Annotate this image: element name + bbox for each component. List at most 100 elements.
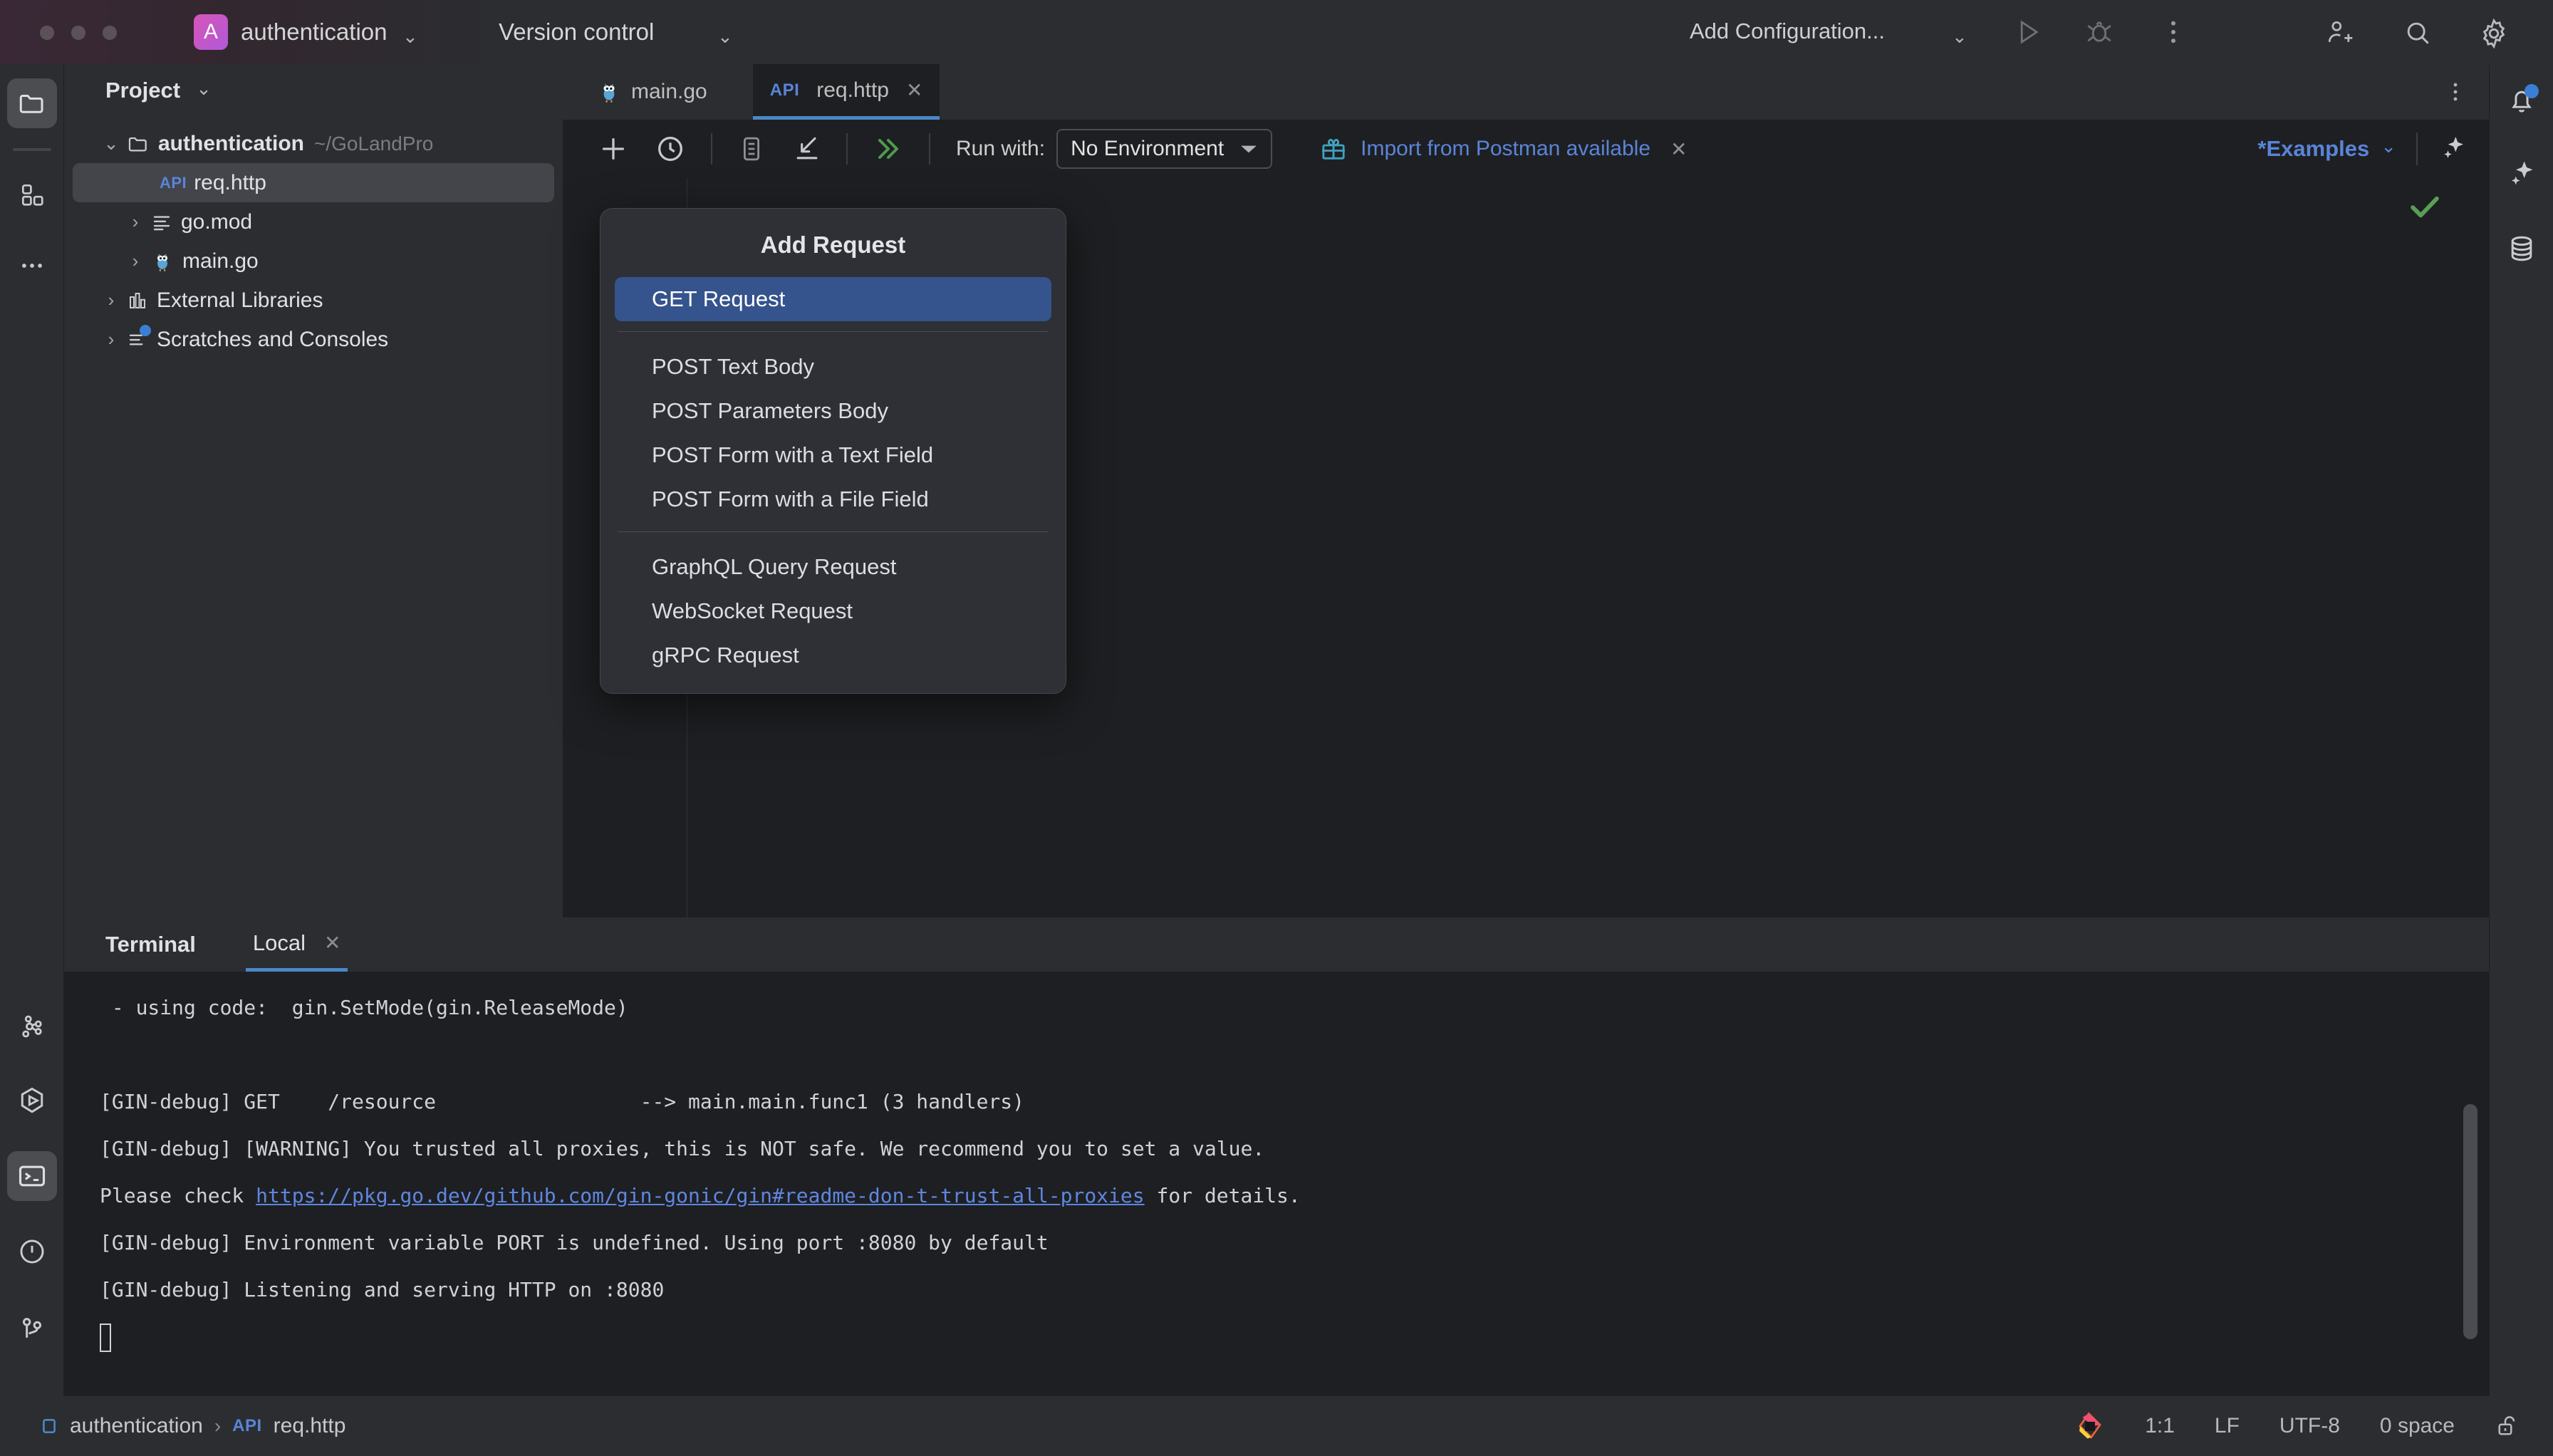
menu-item-grpc-request[interactable]: gRPC Request bbox=[615, 633, 1051, 677]
tree-node-req-http[interactable]: API req.http bbox=[73, 163, 554, 202]
menu-item-post-form-file-field[interactable]: POST Form with a File Field bbox=[615, 477, 1051, 521]
menu-item-post-text-body[interactable]: POST Text Body bbox=[615, 345, 1051, 389]
run-configuration-selector[interactable]: Add Configuration... bbox=[1690, 19, 1885, 44]
menu-item-post-form-text-field[interactable]: POST Form with a Text Field bbox=[615, 433, 1051, 477]
sidebar-item-version-control[interactable] bbox=[7, 1304, 57, 1353]
sidebar-item-problems[interactable] bbox=[7, 1227, 57, 1276]
examples-file-icon[interactable] bbox=[728, 134, 775, 164]
tree-node-external-libraries[interactable]: › External Libraries bbox=[64, 281, 563, 320]
close-icon[interactable]: ✕ bbox=[906, 78, 922, 102]
inspection-ok-check-icon[interactable] bbox=[2403, 185, 2446, 228]
search-icon[interactable] bbox=[2402, 17, 2433, 52]
line-separator[interactable]: LF bbox=[2215, 1414, 2240, 1438]
unlocked-padlock-icon[interactable] bbox=[2495, 1413, 2520, 1439]
twisty-collapsed-icon[interactable]: › bbox=[95, 328, 127, 350]
import-arrow-icon[interactable] bbox=[784, 133, 831, 165]
menu-divider bbox=[618, 331, 1049, 332]
go-gopher-icon bbox=[597, 80, 621, 104]
sidebar-item-structure[interactable] bbox=[7, 170, 57, 219]
close-icon[interactable]: ✕ bbox=[324, 931, 340, 955]
twisty-collapsed-icon[interactable]: › bbox=[120, 250, 151, 272]
chevron-down-icon: ⌄ bbox=[2381, 135, 2396, 157]
twisty-expanded-icon[interactable]: ⌄ bbox=[95, 132, 127, 155]
breadcrumb-file[interactable]: req.http bbox=[274, 1414, 346, 1438]
sidebar-item-database[interactable] bbox=[2497, 224, 2547, 274]
breadcrumb[interactable]: authentication › API req.http bbox=[40, 1414, 345, 1438]
examples-dropdown[interactable]: *Examples ⌄ bbox=[2257, 135, 2396, 162]
twisty-collapsed-icon[interactable]: › bbox=[120, 211, 151, 233]
sidebar-item-terminal[interactable] bbox=[7, 1151, 57, 1201]
editor-tab-main-go[interactable]: main.go bbox=[580, 64, 724, 120]
environment-select-value: No Environment bbox=[1071, 137, 1224, 160]
menu-item-graphql-query-request[interactable]: GraphQL Query Request bbox=[615, 545, 1051, 589]
version-control-chevron-down-icon[interactable]: ⌄ bbox=[717, 26, 733, 48]
terminal-scrollbar[interactable] bbox=[2463, 1104, 2477, 1339]
add-account-icon[interactable] bbox=[2324, 17, 2355, 52]
run-config-chevron-down-icon[interactable]: ⌄ bbox=[1952, 26, 1967, 48]
window-traffic-lights[interactable] bbox=[40, 26, 117, 40]
sidebar-item-more-tool-windows[interactable] bbox=[7, 241, 57, 291]
tree-node-label: authentication bbox=[158, 131, 305, 155]
project-name-label[interactable]: authentication bbox=[241, 19, 388, 46]
breadcrumb-project[interactable]: authentication bbox=[70, 1414, 203, 1438]
editor-tab-req-http[interactable]: API req.http ✕ bbox=[752, 64, 940, 120]
toolbar-divider bbox=[2416, 132, 2418, 165]
environment-select[interactable]: No Environment bbox=[1056, 129, 1273, 169]
debug-icon[interactable] bbox=[2084, 17, 2114, 51]
editor-tab-label: req.http bbox=[816, 78, 889, 102]
indent-setting[interactable]: 0 space bbox=[2380, 1414, 2455, 1438]
tree-node-label: main.go bbox=[182, 249, 259, 273]
close-icon[interactable]: ✕ bbox=[1670, 137, 1687, 161]
project-file-tree[interactable]: ⌄ authentication ~/GoLandPro API req.htt… bbox=[64, 124, 563, 359]
ai-assistant-sparkle-icon[interactable] bbox=[2439, 133, 2468, 165]
jetbrains-ai-icon[interactable] bbox=[2075, 1411, 2105, 1441]
request-history-clock-icon[interactable] bbox=[645, 132, 695, 165]
terminal-line: [GIN-debug] [WARNING] You trusted all pr… bbox=[100, 1137, 1265, 1160]
project-chevron-down-icon[interactable]: ⌄ bbox=[402, 26, 418, 48]
terminal-line: [GIN-debug] Environment variable PORT is… bbox=[100, 1231, 1049, 1254]
minimize-window-button[interactable] bbox=[71, 26, 85, 40]
terminal-tab-local[interactable]: Local ✕ bbox=[245, 917, 348, 972]
tree-node-authentication[interactable]: ⌄ authentication ~/GoLandPro bbox=[64, 124, 563, 163]
sidebar-item-notifications[interactable] bbox=[2497, 76, 2547, 125]
menu-group-post: POST Text Body POST Parameters Body POST… bbox=[600, 342, 1066, 521]
run-icon[interactable] bbox=[2013, 17, 2043, 51]
tree-node-label: Scratches and Consoles bbox=[157, 327, 389, 351]
right-tool-window-rail bbox=[2489, 64, 2553, 1396]
project-panel-chevron-down-icon[interactable]: ⌄ bbox=[196, 78, 212, 100]
file-encoding[interactable]: UTF-8 bbox=[2279, 1414, 2340, 1438]
menu-item-post-parameters-body[interactable]: POST Parameters Body bbox=[615, 389, 1051, 433]
sidebar-item-project[interactable] bbox=[7, 78, 57, 128]
breadcrumb-separator: › bbox=[214, 1415, 222, 1437]
tree-node-go-mod[interactable]: › go.mod bbox=[64, 202, 563, 241]
editor-tabs-more-vertical-icon[interactable] bbox=[2443, 80, 2468, 110]
terminal-link[interactable]: https://pkg.go.dev/github.com/gin-gonic/… bbox=[256, 1184, 1144, 1207]
api-file-icon: API bbox=[160, 173, 187, 192]
editor-tab-bar: main.go API req.http ✕ bbox=[563, 64, 2489, 120]
menu-item-websocket-request[interactable]: WebSocket Request bbox=[615, 589, 1051, 633]
tree-node-scratches-and-consoles[interactable]: › Scratches and Consoles bbox=[64, 320, 563, 359]
sidebar-item-ai-assistant[interactable] bbox=[2497, 148, 2547, 198]
run-all-requests-icon[interactable] bbox=[863, 132, 913, 166]
sidebar-item-services[interactable] bbox=[7, 1002, 57, 1051]
project-tool-window: Project ⌄ ⌄ authentication ~/GoLandPro A… bbox=[64, 64, 563, 917]
module-icon bbox=[40, 1417, 58, 1435]
postman-import-banner[interactable]: Import from Postman available ✕ bbox=[1319, 135, 1687, 163]
terminal-output[interactable]: - using code: gin.SetMode(gin.ReleaseMod… bbox=[64, 972, 2489, 1396]
version-control-menu[interactable]: Version control bbox=[499, 19, 654, 46]
maximize-window-button[interactable] bbox=[103, 26, 117, 40]
settings-gear-icon[interactable] bbox=[2477, 17, 2510, 53]
more-vertical-icon[interactable] bbox=[2158, 17, 2188, 51]
menu-item-get-request[interactable]: GET Request bbox=[615, 277, 1051, 321]
add-request-popup-menu[interactable]: Add Request GET Request POST Text Body P… bbox=[600, 208, 1066, 694]
close-window-button[interactable] bbox=[40, 26, 54, 40]
terminal-line-prefix: Please check bbox=[100, 1184, 256, 1207]
gift-icon bbox=[1319, 135, 1348, 163]
tree-node-main-go[interactable]: › main.go bbox=[64, 241, 563, 281]
ide-window: A authentication ⌄ Version control ⌄ Add… bbox=[0, 0, 2553, 1456]
add-request-button[interactable] bbox=[588, 132, 638, 165]
api-file-icon: API bbox=[232, 1416, 262, 1435]
sidebar-item-run[interactable] bbox=[7, 1076, 57, 1125]
caret-position[interactable]: 1:1 bbox=[2145, 1414, 2175, 1438]
twisty-collapsed-icon[interactable]: › bbox=[95, 289, 127, 311]
